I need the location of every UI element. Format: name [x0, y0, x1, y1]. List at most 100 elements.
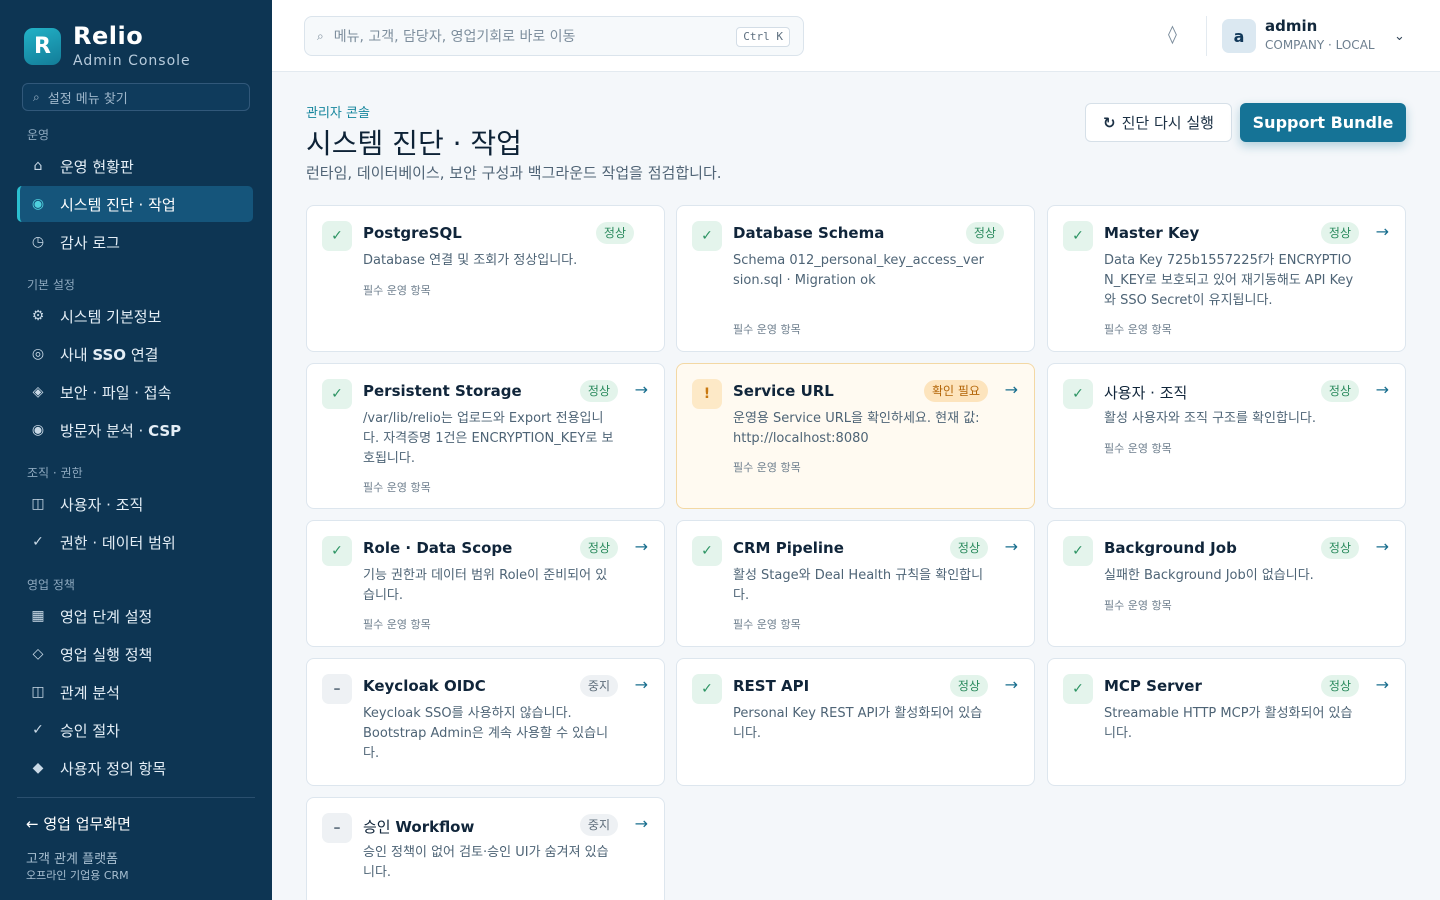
brand[interactable]: R Relio Admin Console: [24, 24, 191, 69]
avatar[interactable]: a: [1222, 19, 1256, 53]
check-icon: ✓: [1063, 674, 1093, 704]
card-title: Persistent Storage: [363, 382, 522, 400]
sidebar-item-permissions[interactable]: ✓ 권한 · 데이터 범위: [17, 524, 253, 560]
check-icon: ✓: [1063, 221, 1093, 251]
arrow-right-icon[interactable]: →: [1376, 380, 1389, 399]
title-strong: Workflow: [395, 818, 475, 836]
support-bundle-button[interactable]: Support Bundle: [1240, 103, 1406, 142]
card-title: Service URL: [733, 382, 834, 400]
sidebar-item-system-info[interactable]: ⚙ 시스템 기본정보: [17, 298, 253, 334]
sidebar-item-approval[interactable]: ✓ 승인 절차: [17, 712, 253, 748]
diag-card-users-org[interactable]: ✓ 사용자 · 조직 정상 → 활성 사용자와 조직 구조를 확인합니다. 필수…: [1047, 363, 1406, 509]
card-footnote: 필수 운영 항목: [1104, 323, 1172, 336]
status-badge: 정상: [1320, 675, 1359, 697]
sidebar-item-diagnostics[interactable]: ◉ 시스템 진단 · 작업: [17, 186, 253, 222]
arrow-right-icon[interactable]: →: [1005, 380, 1018, 399]
settings-search-input[interactable]: ⌕ 설정 메뉴 찾기: [22, 83, 250, 111]
sidebar-item-audit-log[interactable]: ◷ 감사 로그: [17, 224, 253, 260]
sidebar-item-csp[interactable]: ◉ 방문자 분석 · CSP: [17, 412, 253, 448]
diag-card-keycloak-oidc[interactable]: – Keycloak OIDC 중지 → Keycloak SSO를 사용하지 …: [306, 658, 665, 786]
label-strong: SSO: [92, 345, 127, 364]
status-badge: 확인 필요: [924, 380, 988, 402]
theme-toggle-icon[interactable]: ◊: [1168, 24, 1177, 45]
analytics-icon: ◉: [31, 422, 45, 438]
sidebar-item-users[interactable]: ◫ 사용자 · 조직: [17, 486, 253, 522]
page-title: 시스템 진단 · 작업: [306, 127, 522, 160]
sidebar-item-sso[interactable]: ◎ 사내 SSO 연결: [17, 336, 253, 372]
brand-name: Relio: [73, 22, 144, 50]
sidebar-item-label: 시스템 진단 · 작업: [60, 195, 176, 214]
diag-card-approval-workflow[interactable]: – 승인 Workflow 중지 → 승인 정책이 없어 검토·승인 UI가 숨…: [306, 797, 665, 900]
nav-section-ops: 운영: [27, 128, 50, 142]
check-icon: ✓: [692, 536, 722, 566]
sidebar-item-label: 시스템 기본정보: [60, 307, 162, 326]
sidebar-item-custom-fields[interactable]: ◆ 사용자 정의 항목: [17, 750, 253, 786]
card-description: Keycloak SSO를 사용하지 않습니다. Bootstrap Admin…: [363, 706, 609, 761]
sidebar-item-label: 관계 분석: [60, 683, 120, 702]
rerun-diagnostics-button[interactable]: ↻ 진단 다시 실행: [1085, 103, 1232, 142]
arrow-right-icon[interactable]: →: [635, 537, 648, 556]
diag-card-master-key[interactable]: ✓ Master Key 정상 → Data Key 725b1557225f가…: [1047, 205, 1406, 352]
refresh-icon: ↻: [1103, 113, 1116, 132]
sidebar-item-label: 방문자 분석 · CSP: [60, 420, 181, 441]
diag-card-background-job[interactable]: ✓ Background Job 정상 → 실패한 Background Job…: [1047, 520, 1406, 647]
check-icon: ✓: [692, 674, 722, 704]
page-description: 런타임, 데이터베이스, 보안 구성과 백그라운드 작업을 점검합니다.: [306, 164, 722, 182]
diag-card-role-data-scope[interactable]: ✓ Role · Data Scope 정상 → 기능 권한과 데이터 범위 R…: [306, 520, 665, 647]
gear-icon: ⚙: [31, 308, 45, 324]
arrow-right-icon[interactable]: →: [1376, 675, 1389, 694]
arrow-right-icon[interactable]: →: [1005, 537, 1018, 556]
breadcrumb[interactable]: 관리자 콘솔: [306, 102, 370, 121]
card-footnote: 필수 운영 항목: [363, 284, 431, 297]
back-to-sales-link[interactable]: ← 영업 업무화면: [26, 813, 131, 834]
card-description: 기능 권한과 데이터 범위 Role이 준비되어 있습니다.: [363, 568, 608, 603]
diag-card-persistent-storage[interactable]: ✓ Persistent Storage 정상 → /var/lib/relio…: [306, 363, 665, 509]
arrow-right-icon[interactable]: →: [1376, 222, 1389, 241]
card-description: Schema 012_personal_key_access_version.s…: [733, 253, 984, 288]
diag-card-database-schema[interactable]: ✓ Database Schema 정상 Schema 012_personal…: [676, 205, 1035, 352]
sidebar-item-dashboard[interactable]: ⌂ 운영 현황판: [17, 148, 253, 184]
sidebar-item-execution[interactable]: ◇ 영업 실행 정책: [17, 636, 253, 672]
check-icon: ✓: [692, 221, 722, 251]
sidebar-item-label: 운영 현황판: [60, 157, 134, 176]
diag-card-postgresql[interactable]: ✓ PostgreSQL 정상 Database 연결 및 조회가 정상입니다.…: [306, 205, 665, 352]
arrow-right-icon[interactable]: →: [635, 675, 648, 694]
status-badge: 정상: [1320, 222, 1359, 244]
card-title: Role · Data Scope: [363, 539, 513, 557]
shield-icon: ◈: [32, 384, 44, 400]
arrow-right-icon[interactable]: →: [635, 814, 648, 833]
sidebar-item-security[interactable]: ◈ 보안 · 파일 · 접속: [17, 374, 253, 410]
diag-card-rest-api[interactable]: ✓ REST API 정상 → Personal Key REST API가 활…: [676, 658, 1035, 786]
search-icon: ⌕: [317, 28, 324, 43]
nav-section-basic: 기본 설정: [27, 278, 75, 292]
card-description: 승인 정책이 없어 검토·승인 UI가 숨겨져 있습니다.: [363, 845, 609, 880]
global-search-input[interactable]: ⌕ 메뉴, 고객, 담당자, 영업기회로 바로 이동 Ctrl K: [304, 16, 804, 56]
user-company: COMPANY · LOCAL: [1265, 38, 1375, 52]
sidebar-item-stages[interactable]: ▦ 영업 단계 설정: [17, 598, 253, 634]
diag-card-crm-pipeline[interactable]: ✓ CRM Pipeline 정상 → 활성 Stage와 Deal Healt…: [676, 520, 1035, 647]
sidebar-item-label: 사용자 · 조직: [60, 495, 144, 514]
arrow-right-icon[interactable]: →: [635, 380, 648, 399]
user-name[interactable]: admin: [1265, 17, 1317, 35]
warning-icon: !: [692, 379, 722, 409]
check-icon: ✓: [322, 379, 352, 409]
status-badge: 정상: [1320, 537, 1359, 559]
card-description: 운영용 Service URL을 확인하세요. 현재 값: http://loc…: [733, 411, 980, 446]
users-icon: ◫: [31, 496, 45, 512]
card-title: 사용자 · 조직: [1104, 384, 1188, 402]
target-icon: ◉: [31, 196, 45, 212]
global-search-placeholder: 메뉴, 고객, 담당자, 영업기회로 바로 이동: [333, 29, 576, 45]
diag-card-mcp-server[interactable]: ✓ MCP Server 정상 → Streamable HTTP MCP가 활…: [1047, 658, 1406, 786]
arrow-right-icon[interactable]: →: [1005, 675, 1018, 694]
card-footnote: 필수 운영 항목: [1104, 599, 1172, 612]
card-footnote: 필수 운영 항목: [363, 618, 431, 631]
card-description: Data Key 725b1557225f가 ENCRYPTION_KEY로 보…: [1104, 253, 1354, 308]
diamond-icon: ◇: [32, 646, 44, 662]
diag-card-service-url[interactable]: ! Service URL 확인 필요 → 운영용 Service URL을 확…: [676, 363, 1035, 509]
chevron-down-icon[interactable]: ⌄: [1394, 29, 1405, 44]
arrow-right-icon[interactable]: →: [1376, 537, 1389, 556]
title-prefix: 승인: [363, 818, 396, 836]
status-badge: 정상: [965, 222, 1004, 244]
sidebar: R Relio Admin Console ⌕ 설정 메뉴 찾기 운영 ⌂ 운영…: [0, 0, 272, 900]
sidebar-item-relations[interactable]: ◫ 관계 분석: [17, 674, 253, 710]
